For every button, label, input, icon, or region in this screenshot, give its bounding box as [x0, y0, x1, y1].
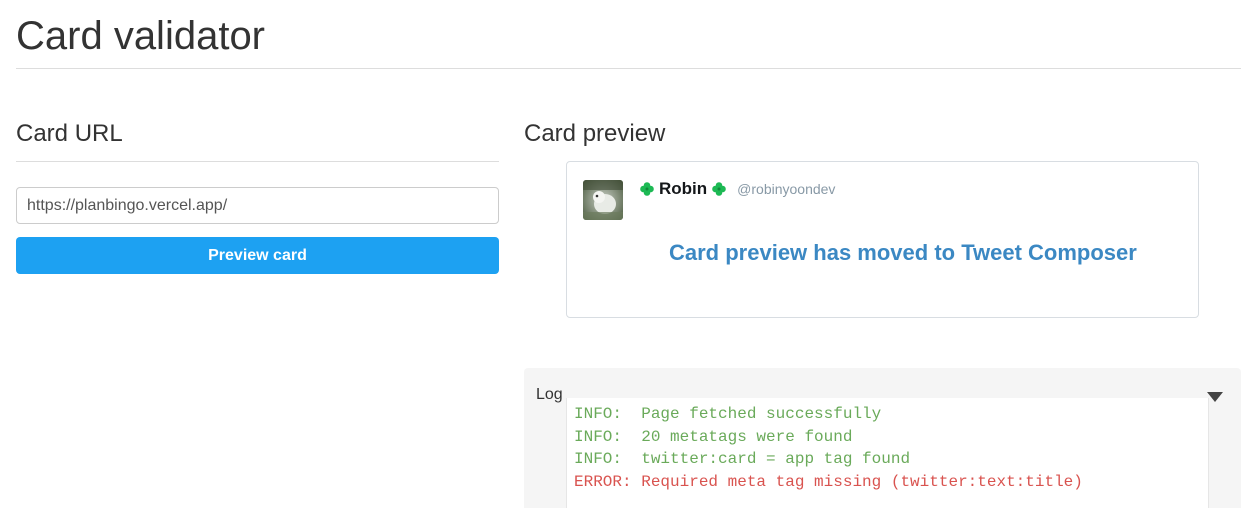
tweet-card: Robin @robinyoondev Card preview has mov… — [566, 161, 1199, 318]
card-url-input[interactable] — [16, 187, 499, 224]
avatar-image — [583, 180, 623, 220]
triangle-down-icon[interactable] — [1207, 392, 1223, 402]
log-line: INFO: Page fetched successfully — [574, 405, 882, 423]
tweet-author: Robin @robinyoondev — [639, 177, 835, 201]
log-line: INFO: twitter:card = app tag found — [574, 450, 911, 469]
card-url-divider — [16, 161, 499, 162]
page-title: Card validator — [16, 14, 266, 58]
avatar[interactable] — [583, 180, 623, 220]
log-output: INFO: Page fetched successfully INFO: 20… — [566, 398, 1209, 508]
log-label: Log — [536, 386, 563, 403]
log-line: ERROR: Required meta tag missing (twitte… — [574, 472, 1083, 491]
clover-icon — [712, 182, 726, 196]
author-name[interactable]: Robin — [659, 179, 707, 199]
card-url-heading: Card URL — [16, 120, 123, 147]
clover-icon — [640, 182, 654, 196]
title-divider — [16, 68, 1241, 69]
author-handle[interactable]: @robinyoondev — [737, 181, 835, 197]
log-panel: Log INFO: Page fetched successfully INFO… — [524, 368, 1241, 508]
log-line: INFO: 20 metatags were found — [574, 427, 853, 446]
preview-card-button[interactable]: Preview card — [16, 237, 499, 274]
preview-moved-message: Card preview has moved to Tweet Composer — [669, 240, 1137, 265]
card-preview-heading: Card preview — [524, 120, 666, 147]
